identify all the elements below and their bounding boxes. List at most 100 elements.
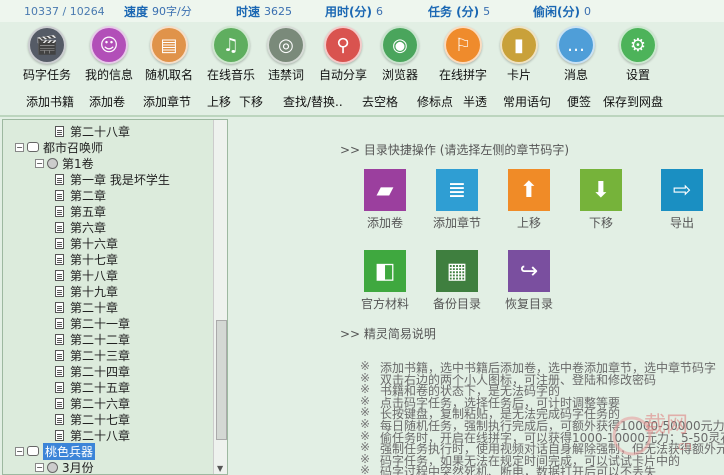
collapse-icon[interactable]: − [35,158,44,168]
document-icon [55,365,64,377]
toolbar-label: 自动分享 [318,68,367,82]
book-icon [27,142,39,152]
edit-action-2[interactable]: 添加卷 [89,93,125,110]
quick-action-label: 上移 [516,216,541,230]
edit-action-5[interactable]: 下移 [239,93,263,110]
toolbar-button-10[interactable]: … 消息 [545,26,607,83]
aperture-icon: ◎ [267,26,305,64]
tree-node-label: 第二十章 [70,300,119,315]
book-tree[interactable]: 第二十八章 − 都市召唤师 − 第1卷 第一章 我是坏学生 第二章 第五章 第六章 第十六章 第十七… [2,119,228,475]
edit-action-4[interactable]: 上移 [207,93,231,110]
tree-node-label: 3月份 [62,460,94,475]
gear-icon: ⚙ [619,26,657,64]
tree-node-chapter[interactable]: 第二章 [55,187,106,203]
tree-node-label: 第二十六章 [70,396,131,411]
edit-action-6[interactable]: 查找/替换.. [283,93,343,110]
arrow-down-icon: ⬇ [580,169,622,211]
toolbar-button-7[interactable]: ◉ 浏览器 [369,26,431,83]
edit-action-8[interactable]: 修标点 [417,93,453,110]
tree-node-chapter[interactable]: 第二十六章 [55,395,130,411]
tree-node-label: 第十六章 [70,236,119,251]
tree-node-chapter[interactable]: 第二十一章 [55,315,130,331]
timespeed-stat: 时速 3625 [236,4,293,19]
toolbar-divider [0,115,724,117]
toolbar-button-3[interactable]: ▤ 随机取名 [138,26,200,83]
tree-node-label: 第二十五章 [70,380,131,395]
collapse-icon[interactable]: − [35,462,44,472]
document-icon [55,205,64,217]
toolbar-button-9[interactable]: ▮ 卡片 [488,26,550,83]
quick-action-1[interactable]: ▰ 添加卷 [354,169,416,231]
scrollbar-thumb[interactable] [216,320,227,440]
guide-text: 码字过程中突然死机、断电，数据打开后可以不丢失 [380,465,657,475]
tree-node-book[interactable]: − 都市召唤师 [15,139,103,155]
toolbar-button-1[interactable]: 🎬 码字任务 [16,26,78,83]
tree-node-chapter[interactable]: 第二十章 [55,299,118,315]
material-icon: ◧ [364,250,406,292]
chat-icon: … [557,26,595,64]
compass-icon: ⚲ [324,26,362,64]
scroll-down-icon[interactable]: ▼ [217,464,223,473]
document-icon [55,397,64,409]
document-icon [55,429,64,441]
tree-node-chapter[interactable]: 第十八章 [55,267,118,283]
toolbar-button-5[interactable]: ◎ 违禁词 [255,26,317,83]
edit-action-7[interactable]: 去空格 [362,93,398,110]
guide-title: >> 精灵简易说明 [340,327,436,341]
collapse-icon[interactable]: − [15,446,24,456]
tree-node-volume[interactable]: − 第1卷 [35,155,94,171]
tree-node-volume[interactable]: − 3月份 [35,459,94,475]
document-icon [55,253,64,265]
quick-action-label: 恢复目录 [504,297,553,311]
tree-node-label: 第十九章 [70,284,119,299]
toolbar-label: 卡片 [506,68,531,82]
tree-node-label: 都市召唤师 [43,140,104,155]
collapse-icon[interactable]: − [15,142,24,152]
tree-node-chapter[interactable]: 第二十三章 [55,347,130,363]
quick-action-label: 备份目录 [432,297,481,311]
runner-icon: ⚐ [444,26,482,64]
document-icon [55,221,64,233]
edit-action-9[interactable]: 半透 [463,93,487,110]
tree-node-chapter[interactable]: 第六章 [55,219,106,235]
tree-node-chapter[interactable]: 第十六章 [55,235,118,251]
tree-node-chapter[interactable]: 第五章 [55,203,106,219]
tree-node-label: 第十八章 [70,268,119,283]
time-stat: 用时(分) 6 [325,4,383,19]
quick-action-3[interactable]: ⬆ 上移 [498,169,560,231]
toolbar-button-4[interactable]: ♫ 在线音乐 [200,26,262,83]
quick-action-8[interactable]: ↪ 恢复目录 [498,250,560,312]
quick-action-2[interactable]: ≣ 添加章节 [426,169,488,231]
tree-node-label: 第六章 [70,220,107,235]
tree-node-chapter[interactable]: 第二十八章 [55,427,130,443]
tree-node-chapter[interactable]: 第二十五章 [55,379,130,395]
tree-node-chapter[interactable]: 第一章 我是坏学生 [55,171,170,187]
tree-node-chapter[interactable]: 第十七章 [55,251,118,267]
edit-action-12[interactable]: 保存到网盘 [603,93,663,110]
export-icon: ⇨ [661,169,703,211]
quick-action-5[interactable]: ⇨ 导出 [651,169,713,231]
toolbar-button-8[interactable]: ⚐ 在线拼字 [432,26,494,83]
toolbar-button-6[interactable]: ⚲ 自动分享 [312,26,374,83]
edit-action-1[interactable]: 添加书籍 [26,93,74,110]
document-icon [55,269,64,281]
tree-node-label: 桃色兵器 [43,442,96,460]
edit-action-10[interactable]: 常用语句 [503,93,551,110]
toolbar-button-11[interactable]: ⚙ 设置 [607,26,669,83]
tree-scrollbar[interactable]: ▼ [213,120,227,474]
tree-node-book[interactable]: − 桃色兵器 [15,442,96,460]
tree-node-chapter[interactable]: 第二十八章 [55,123,130,139]
tree-node-chapter[interactable]: 第二十四章 [55,363,130,379]
edit-action-3[interactable]: 添加章节 [143,93,191,110]
quick-action-6[interactable]: ◧ 官方材料 [354,250,416,312]
tree-node-chapter[interactable]: 第二十七章 [55,411,130,427]
quick-action-7[interactable]: ▦ 备份目录 [426,250,488,312]
toolbar-button-2[interactable]: ☺ 我的信息 [78,26,140,83]
quick-action-4[interactable]: ⬇ 下移 [570,169,632,231]
clapper-icon: 🎬 [28,26,66,64]
toolbar-label: 设置 [625,68,650,82]
document-icon [55,189,64,201]
edit-action-11[interactable]: 便签 [567,93,591,110]
tree-node-chapter[interactable]: 第十九章 [55,283,118,299]
tree-node-chapter[interactable]: 第二十二章 [55,331,130,347]
